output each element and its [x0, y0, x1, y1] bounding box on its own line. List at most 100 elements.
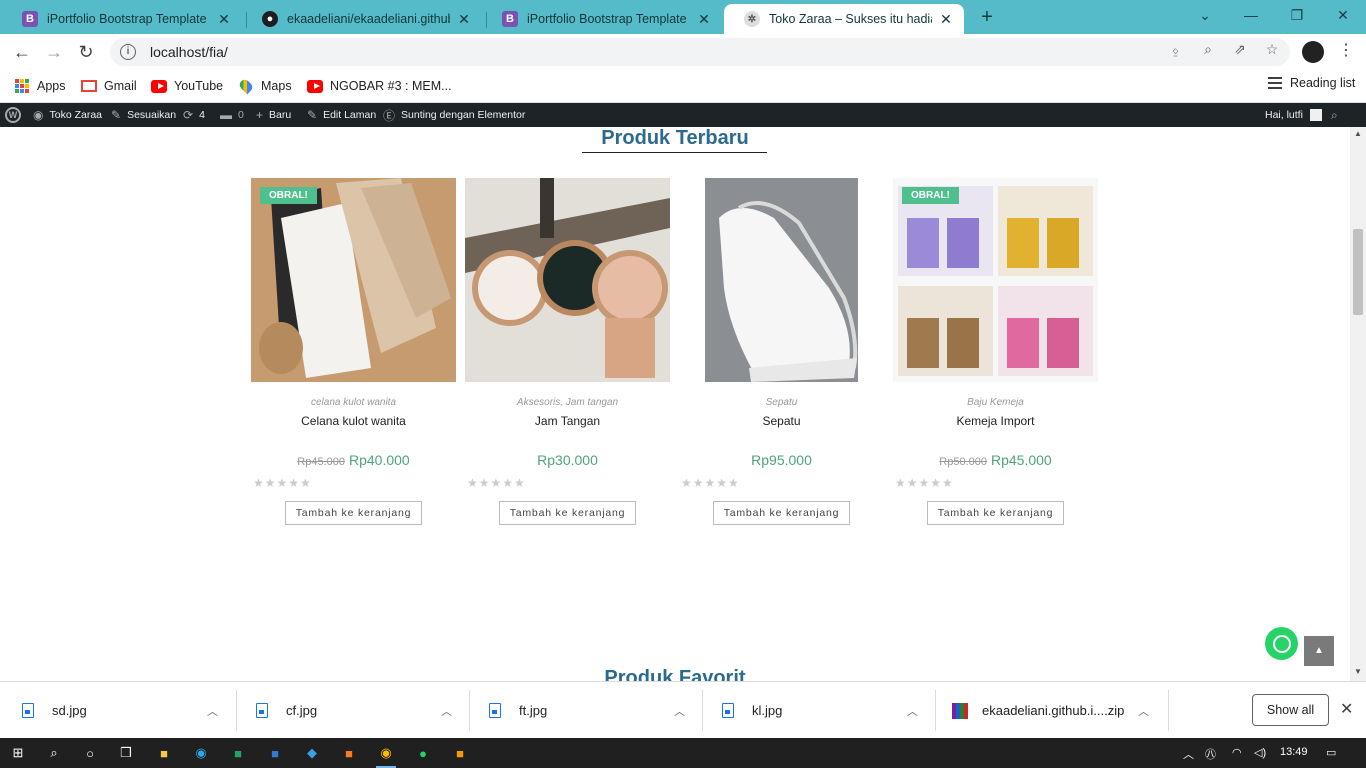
show-all-downloads-button[interactable]: Show all [1252, 694, 1329, 726]
taskbar-clock[interactable]: 13:49 [1280, 746, 1308, 758]
new-tab-button[interactable]: + [976, 6, 998, 28]
file-explorer-icon[interactable]: ■ [152, 741, 176, 765]
product-name[interactable]: Sepatu [679, 414, 884, 428]
product-category[interactable]: Baju Kemeja [893, 397, 1098, 408]
wp-site-name[interactable]: ◉ Toko Zaraa [33, 103, 102, 127]
product-category[interactable]: Sepatu [679, 397, 884, 408]
download-item[interactable]: sd.jpg ︿ [22, 682, 218, 739]
wp-updates[interactable]: ⟳ 4 [183, 103, 205, 127]
whatsapp-app-icon[interactable]: ● [411, 741, 435, 765]
bookmark-apps[interactable]: Apps [14, 76, 66, 96]
old-price: Rp50.000 [939, 456, 987, 468]
add-to-cart-button[interactable]: Tambah ke keranjang [926, 501, 1065, 525]
tab-4-active[interactable]: ✲ Toko Zaraa – Sukses itu hadiah b ✕ [724, 4, 964, 34]
product-image-kulot[interactable]: OBRAL! [251, 178, 456, 382]
tab-search-icon[interactable]: ⌄ [1190, 4, 1220, 26]
product-name[interactable]: Kemeja Import [893, 414, 1098, 428]
scroll-up-arrow-icon[interactable]: ▲ [1354, 129, 1362, 138]
forward-arrow-icon[interactable]: → [42, 40, 66, 64]
zoom-icon[interactable]: ⌕ [1199, 40, 1217, 58]
url-text[interactable]: localhost/fia/ [150, 44, 228, 60]
chevron-up-icon[interactable]: ︿ [1138, 703, 1149, 719]
xampp-icon[interactable]: ■ [337, 741, 361, 765]
site-info-icon[interactable]: i [120, 44, 136, 60]
edit-page-label: Edit Laman [323, 109, 377, 121]
sublime-icon[interactable]: ■ [448, 741, 472, 765]
address-bar[interactable]: i localhost/fia/ [110, 38, 1290, 66]
reading-list-button[interactable]: Reading list [1268, 76, 1355, 90]
bookmark-label: Gmail [104, 79, 137, 93]
product-image-kemeja[interactable]: OBRAL! [893, 178, 1098, 382]
share-icon[interactable]: ⇗ [1231, 40, 1249, 58]
bookmark-gmail[interactable]: Gmail [81, 76, 137, 96]
scrollbar-thumb[interactable] [1353, 229, 1363, 315]
product-category[interactable]: Aksesoris, Jam tangan [465, 397, 670, 408]
download-item[interactable]: cf.jpg ︿ [256, 682, 452, 739]
cortana-icon[interactable]: ○ [78, 741, 102, 765]
comment-icon: ▬ [220, 108, 232, 122]
bookmark-maps[interactable]: Maps [237, 76, 292, 96]
product-image-watch[interactable] [465, 178, 670, 382]
volume-icon[interactable]: ◁) [1254, 746, 1266, 759]
search-icon[interactable]: ⌕ [42, 741, 66, 765]
minimize-button[interactable]: — [1236, 4, 1266, 26]
wp-customize[interactable]: ✎ Sesuaikan [111, 103, 176, 127]
image-file-icon [722, 703, 734, 718]
close-window-button[interactable]: ✕ [1328, 4, 1358, 26]
add-to-cart-button[interactable]: Tambah ke keranjang [284, 501, 423, 525]
ime-icon[interactable]: ㊇ [1205, 746, 1216, 762]
chevron-up-icon[interactable]: ︿ [674, 703, 685, 719]
close-tab-icon[interactable]: ✕ [938, 11, 954, 28]
restore-button[interactable]: ❐ [1282, 4, 1312, 26]
product-image-shoe[interactable] [679, 178, 884, 382]
wp-edit-page[interactable]: ✎ Edit Laman [307, 103, 376, 127]
close-tab-icon[interactable]: ✕ [696, 11, 712, 28]
wp-account[interactable]: Hai, lutfi [1265, 103, 1322, 127]
tray-chevron-icon[interactable]: ︿ [1183, 746, 1194, 762]
chrome-menu-icon[interactable]: ⋮ [1338, 40, 1354, 60]
page-scrollbar[interactable]: ▲ ▼ [1350, 127, 1366, 681]
bookmark-ngobar[interactable]: NGOBAR #3 : MEM... [307, 76, 452, 96]
chrome-icon[interactable]: ◉ [374, 741, 398, 768]
download-item[interactable]: ft.jpg ︿ [489, 682, 685, 739]
wp-elementor[interactable]: Ⓔ Sunting dengan Elementor [383, 103, 525, 127]
word-icon[interactable]: ■ [263, 741, 287, 765]
tab-3[interactable]: B iPortfolio Bootstrap Template - In ✕ [482, 4, 722, 34]
notifications-icon[interactable]: ▭ [1326, 746, 1336, 759]
chevron-up-icon[interactable]: ︿ [207, 703, 218, 719]
wp-search[interactable]: ⌕ [1331, 103, 1344, 127]
download-item[interactable]: ekaadeliani.github.i....zip ︿ [952, 682, 1149, 739]
chevron-up-icon[interactable]: ︿ [441, 703, 452, 719]
product-name[interactable]: Jam Tangan [465, 414, 670, 428]
close-tab-icon[interactable]: ✕ [216, 11, 232, 28]
whatsapp-chat-button[interactable] [1265, 627, 1298, 660]
scroll-down-arrow-icon[interactable]: ▼ [1354, 667, 1362, 676]
download-item[interactable]: kl.jpg ︿ [722, 682, 918, 739]
task-view-icon[interactable]: ❒ [114, 741, 138, 765]
wp-logo-menu[interactable]: W [5, 103, 21, 127]
wp-comments[interactable]: ▬ 0 [220, 103, 244, 127]
tab-2[interactable]: ● ekaadeliani/ekaadeliani.github.io ✕ [242, 4, 482, 34]
edge-icon[interactable]: ◉ [189, 741, 213, 765]
translate-icon[interactable]: ⍚ [1167, 40, 1185, 58]
wifi-icon[interactable]: ◠ [1232, 746, 1242, 759]
bookmark-youtube[interactable]: YouTube [151, 76, 223, 96]
windows-start-icon[interactable]: ⊞ [6, 741, 30, 765]
add-to-cart-button[interactable]: Tambah ke keranjang [498, 501, 637, 525]
tab-1[interactable]: B iPortfolio Bootstrap Template - In ✕ [2, 4, 242, 34]
bookmark-star-icon[interactable]: ☆ [1263, 40, 1281, 58]
scroll-to-top-button[interactable]: ▲ [1304, 636, 1334, 666]
star-rating: ★★★★★ [467, 476, 526, 490]
product-name[interactable]: Celana kulot wanita [251, 414, 456, 428]
close-shelf-icon[interactable]: ✕ [1340, 699, 1353, 719]
vscode-icon[interactable]: ◆ [300, 741, 324, 765]
reload-icon[interactable]: ↻ [74, 40, 98, 64]
profile-avatar[interactable] [1302, 41, 1324, 63]
product-category[interactable]: celana kulot wanita [251, 397, 456, 408]
add-to-cart-button[interactable]: Tambah ke keranjang [712, 501, 851, 525]
back-arrow-icon[interactable]: ← [10, 40, 34, 64]
chevron-up-icon[interactable]: ︿ [907, 703, 918, 719]
wp-new-content[interactable]: + Baru [256, 103, 291, 127]
close-tab-icon[interactable]: ✕ [456, 11, 472, 28]
excel-icon[interactable]: ■ [226, 741, 250, 765]
